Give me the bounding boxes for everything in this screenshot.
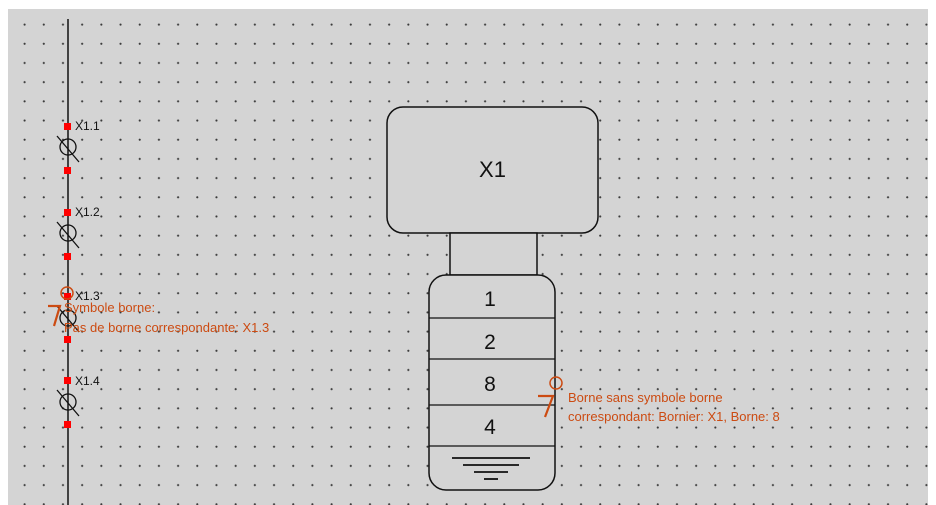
- terminal-symbol-x1-1[interactable]: X1.1: [56, 119, 100, 174]
- warning-arrow-icon: [48, 304, 62, 327]
- schematic-diagram: X1.1 X1.2 X1.3 X1.4 Symbole borne: Pas d…: [48, 19, 780, 505]
- terminal-block-title: X1: [479, 157, 506, 182]
- terminal-label: X1.2: [75, 205, 100, 219]
- terminal-label: X1.4: [75, 374, 100, 388]
- connection-point: [64, 253, 71, 260]
- warning-message-line2: correspondant: Bornier: X1, Borne: 8: [568, 409, 780, 424]
- terminal-symbol-x1-2[interactable]: X1.2: [56, 205, 100, 260]
- connection-point: [64, 209, 71, 216]
- terminal-row-number: 2: [484, 331, 496, 354]
- warning-message-line1: Symbole borne:: [64, 300, 155, 315]
- terminal-block-x1[interactable]: X1 1 2 8 4: [386, 106, 599, 491]
- terminal-label: X1.1: [75, 119, 100, 133]
- warning-message-line1: Borne sans symbole borne: [568, 390, 723, 405]
- drawing-canvas[interactable]: X1.1 X1.2 X1.3 X1.4 Symbole borne: Pas d…: [8, 9, 928, 505]
- connection-point: [64, 336, 71, 343]
- terminal-symbol-x1-4[interactable]: X1.4: [56, 374, 100, 428]
- terminal-row-number: 4: [484, 416, 496, 439]
- terminal-row-number: 1: [484, 288, 496, 311]
- connection-point: [64, 167, 71, 174]
- warning-message-line2: Pas de borne correspondante: X1.3: [64, 320, 269, 335]
- terminal-block-neck: [449, 232, 538, 276]
- connection-point: [64, 123, 71, 130]
- connection-point: [64, 377, 71, 384]
- terminal-row-number: 8: [484, 373, 496, 396]
- connection-point: [64, 421, 71, 428]
